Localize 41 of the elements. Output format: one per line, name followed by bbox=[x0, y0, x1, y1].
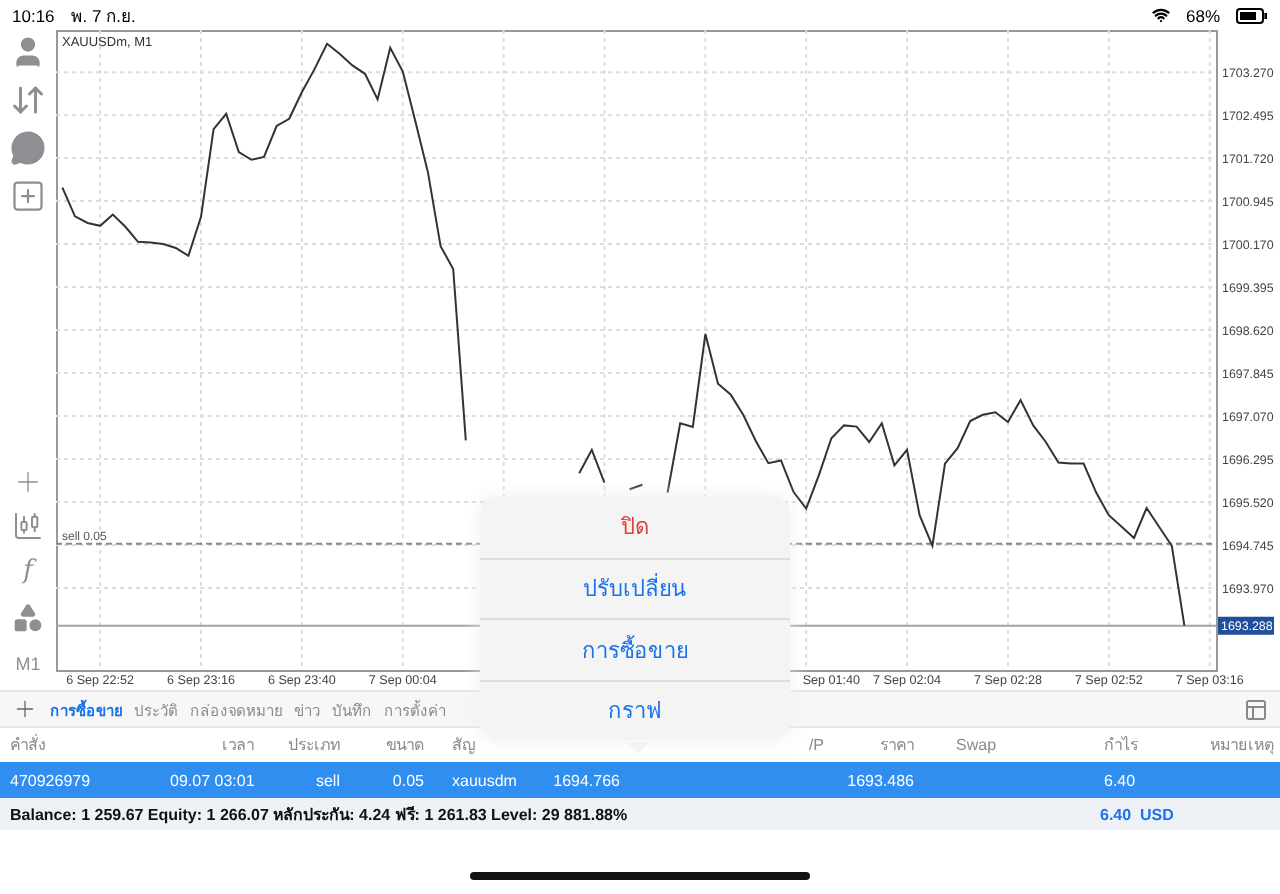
table-cell-text: xauusdm bbox=[450, 771, 519, 789]
arrows-icon[interactable] bbox=[10, 82, 46, 118]
column-header: สัญ bbox=[450, 734, 478, 758]
column-header: เวลา bbox=[220, 734, 254, 758]
column-header: หมายเหตุ bbox=[1208, 734, 1274, 758]
table-cell-text: 470926979 bbox=[10, 771, 93, 789]
layout-icon[interactable] bbox=[1244, 697, 1268, 721]
candlestick-icon[interactable] bbox=[12, 510, 44, 542]
total-profit: 6.40 USD bbox=[1100, 805, 1176, 823]
table-cell-text: 0.05 bbox=[390, 771, 424, 789]
menu-item[interactable]: ปรับเปลี่ยน bbox=[480, 557, 790, 618]
wifi-icon bbox=[1151, 6, 1170, 24]
table-cell-text: 6.40 bbox=[1104, 771, 1138, 789]
battery-icon bbox=[1236, 7, 1268, 23]
timeframe-button[interactable]: M1 bbox=[15, 646, 41, 682]
add-icon[interactable] bbox=[10, 178, 46, 214]
column-header: ประเภท bbox=[286, 734, 340, 758]
crosshair-icon[interactable] bbox=[12, 466, 44, 498]
chat-icon[interactable] bbox=[10, 130, 46, 166]
status-time: 10:16 bbox=[12, 5, 55, 25]
indicators-button[interactable]: f bbox=[23, 554, 33, 590]
table-cell: 09.07 03:01 bbox=[170, 771, 254, 789]
column-header: คำสั่ง bbox=[10, 732, 48, 758]
battery-percent: 68% bbox=[1185, 5, 1220, 25]
account-icon[interactable] bbox=[10, 34, 46, 70]
column-header: /P bbox=[806, 736, 824, 754]
column-header: ขนาด bbox=[384, 734, 424, 758]
column-header: กำไร bbox=[1104, 734, 1140, 758]
shapes-icon[interactable] bbox=[12, 602, 44, 634]
add-icon[interactable] bbox=[12, 696, 38, 722]
table-cell-text: 1693.486 bbox=[845, 771, 914, 789]
table-cell-text: sell bbox=[313, 771, 340, 789]
menu-item[interactable]: กราฟ bbox=[480, 679, 790, 740]
menu-item[interactable]: ปิด bbox=[480, 496, 790, 557]
column-header: Swap bbox=[954, 736, 999, 754]
status-date: พ. 7 ก.ย. bbox=[70, 3, 136, 29]
menu-item[interactable]: การซื้อขาย bbox=[480, 618, 790, 679]
account-summary: Balance: 1 259.67 Equity: 1 266.07 หลักประกัน: 4.24 ฟรี: 1 261.83 Level: 29 881.88% bbox=[10, 803, 628, 827]
table-row[interactable]: 470926979 09.07 03:01 sell 0.05 xauusdm 1694.766 1693.486 6.40 bbox=[0, 762, 1280, 798]
table-cell-text: 1694.766 bbox=[551, 771, 620, 789]
column-header: ราคา bbox=[878, 734, 914, 758]
